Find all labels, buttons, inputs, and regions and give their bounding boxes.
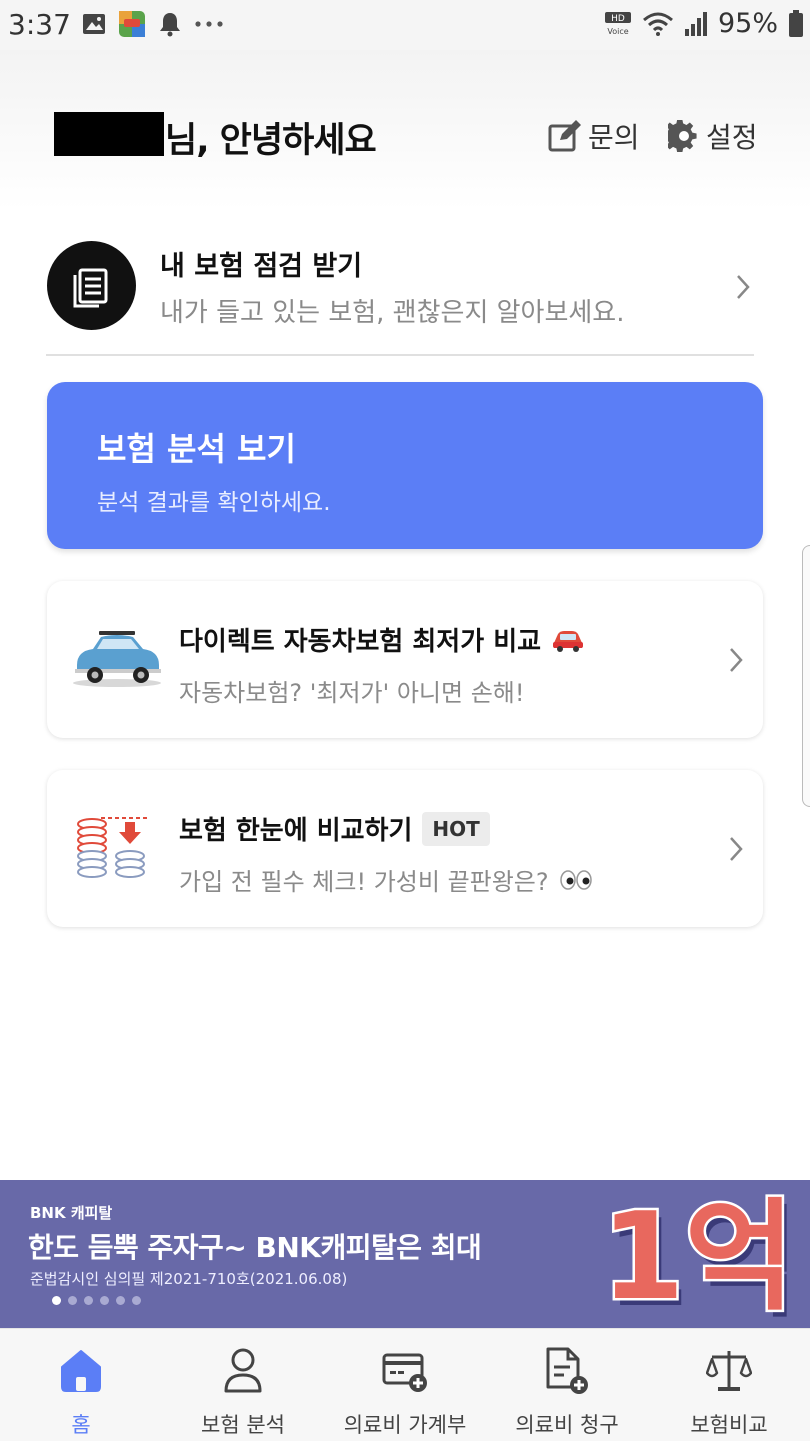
person-icon — [224, 1348, 262, 1393]
gallery-icon — [83, 14, 105, 34]
insurance-check-row[interactable]: 내 보험 점검 받기 내가 들고 있는 보험, 괜찮은지 알아보세요. — [46, 240, 754, 332]
car-card-subtitle: 자동차보험? '최저가' 아니면 손해! — [179, 679, 525, 707]
compare-insurance-card[interactable]: 보험 한눈에 비교하기 HOT 가입 전 필수 체크! 가성비 끝판왕은? — [47, 770, 763, 927]
chevron-right-icon — [730, 837, 743, 861]
document-icon — [73, 268, 108, 308]
red-car-icon — [553, 630, 584, 652]
nav-medical-claim[interactable]: 의료비 청구 — [486, 1329, 648, 1441]
nav-home[interactable]: 홈 — [0, 1329, 162, 1441]
nav-medical-ledger[interactable]: 의료비 가계부 — [324, 1329, 486, 1441]
home-icon — [61, 1350, 101, 1392]
battery-percent: 95% — [717, 8, 778, 39]
chevron-right-icon — [737, 275, 750, 299]
status-time: 3:37 — [8, 8, 71, 41]
car-card-title-text: 다이렉트 자동차보험 최저가 비교 — [179, 627, 542, 657]
bottom-nav: 홈 보험 분석 의료비 가계부 의료비 청구 보험비교 — [0, 1328, 810, 1441]
banner-brand-logo: BNK 캐피탈 — [30, 1204, 113, 1222]
document-plus-icon — [546, 1347, 588, 1394]
hd-voice-icon: HD Voice — [604, 11, 631, 36]
card-plus-icon — [382, 1353, 427, 1392]
edit-icon — [548, 120, 581, 152]
inquiry-button[interactable]: 문의 — [548, 116, 640, 156]
analysis-card-title: 보험 분석 보기 — [97, 430, 296, 468]
greeting-text: 님, 안녕하세요 — [165, 121, 377, 161]
compare-card-subtitle: 가입 전 필수 체크! 가성비 끝판왕은? — [179, 862, 593, 897]
section-divider — [46, 354, 754, 356]
car-insurance-card[interactable]: 다이렉트 자동차보험 최저가 비교 자동차보험? '최저가' 아니면 손해! — [47, 581, 763, 738]
pagination-dot — [132, 1296, 141, 1305]
banner-compliance-note: 준법감시인 심의필 제2021-710호(2021.06.08) — [30, 1270, 348, 1288]
eyes-icon — [559, 869, 592, 890]
settings-label: 설정 — [706, 121, 758, 154]
promo-banner[interactable]: BNK 캐피탈 한도 듬뿍 주자구~ BNK캐피탈은 최대 준법감시인 심의필 … — [0, 1180, 810, 1328]
nav-analysis-label: 보험 분석 — [201, 1413, 285, 1437]
app-notification-icon — [119, 11, 145, 37]
bell-icon — [160, 13, 180, 37]
blue-car-icon — [73, 631, 161, 687]
notification-icons — [82, 10, 224, 38]
hd-label: HD — [611, 14, 625, 24]
analysis-card-subtitle: 분석 결과를 확인하세요. — [97, 490, 331, 516]
car-card-title: 다이렉트 자동차보험 최저가 비교 — [179, 621, 585, 658]
more-icon — [195, 21, 223, 27]
pagination-dot — [68, 1296, 77, 1305]
compare-card-title-text: 보험 한눈에 비교하기 — [179, 816, 413, 846]
pagination-dot — [84, 1296, 93, 1305]
status-right: HD Voice 95% — [604, 8, 804, 39]
gear-icon — [668, 120, 697, 152]
side-scroll-handle[interactable] — [802, 545, 810, 807]
banner-graphic-text: 1억 — [601, 1188, 795, 1327]
nav-claim-label: 의료비 청구 — [515, 1413, 619, 1437]
document-badge — [47, 241, 136, 330]
nav-compare-label: 보험비교 — [690, 1413, 768, 1437]
redacted-username — [54, 112, 164, 156]
pagination-dot — [116, 1296, 125, 1305]
insurance-analysis-card[interactable]: 보험 분석 보기 분석 결과를 확인하세요. — [47, 382, 763, 549]
insurance-check-subtitle: 내가 들고 있는 보험, 괜찮은지 알아보세요. — [160, 298, 625, 328]
signal-icon — [684, 11, 707, 36]
settings-button[interactable]: 설정 — [668, 116, 758, 156]
inquiry-label: 문의 — [588, 121, 640, 154]
nav-insurance-analysis[interactable]: 보험 분석 — [162, 1329, 324, 1441]
voice-label: Voice — [607, 27, 628, 36]
coin-stack-compare-icon — [77, 817, 149, 878]
nav-ledger-label: 의료비 가계부 — [343, 1413, 467, 1437]
battery-icon — [789, 9, 803, 37]
insurance-check-title: 내 보험 점검 받기 — [160, 251, 363, 282]
pagination-dot-active — [52, 1296, 61, 1305]
compare-card-subtitle-text: 가입 전 필수 체크! 가성비 끝판왕은? — [179, 868, 549, 896]
nav-insurance-compare[interactable]: 보험비교 — [648, 1329, 810, 1441]
banner-pagination — [52, 1296, 141, 1305]
scale-icon — [706, 1351, 752, 1391]
banner-1eok-graphic: 1억 1억 — [600, 1186, 800, 1329]
compare-card-title: 보험 한눈에 비교하기 HOT — [179, 810, 490, 847]
chevron-right-icon — [730, 648, 743, 672]
nav-home-label: 홈 — [71, 1413, 91, 1437]
wifi-icon — [643, 12, 673, 36]
hot-badge: HOT — [422, 811, 490, 846]
banner-title: 한도 듬뿍 주자구~ BNK캐피탈은 최대 — [28, 1231, 482, 1264]
status-bar: 3:37 HD Voice 95% — [0, 0, 810, 50]
pagination-dot — [100, 1296, 109, 1305]
